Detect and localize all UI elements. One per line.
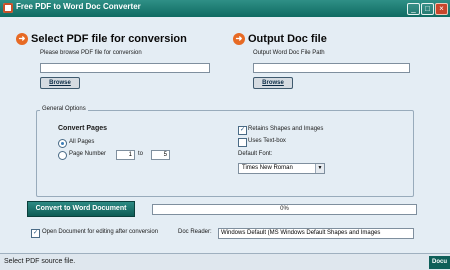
output-browse-button[interactable]: Browse	[253, 77, 293, 89]
pdf-browse-button[interactable]: Browse	[40, 77, 80, 89]
all-pages-label: All Pages	[69, 139, 95, 145]
pdf-section-heading: Select PDF file for conversion	[31, 33, 187, 45]
convert-pages-label: Convert Pages	[58, 125, 108, 132]
maximize-button[interactable]: □	[421, 3, 434, 15]
default-font-select[interactable]: Times New Roman ▼	[238, 163, 325, 174]
page-from-input[interactable]: 1	[116, 150, 135, 160]
retains-shapes-label: Retains Shapes and Images	[248, 126, 324, 132]
doc-reader-select[interactable]: Windows Default (MS Windows Default Shap…	[218, 228, 414, 239]
pdf-path-input[interactable]	[40, 63, 210, 73]
pdf-hint-label: Please browse PDF file for conversion	[40, 50, 142, 56]
default-font-value: Times New Roman	[242, 165, 293, 171]
arrow-right-icon: ➜	[16, 33, 28, 45]
general-options-label: General Options	[40, 106, 88, 112]
all-pages-radio[interactable]	[58, 139, 67, 148]
open-after-conversion-label: Open Document for editing after conversi…	[42, 229, 159, 235]
uses-textbox-label: Uses Text-box	[248, 138, 286, 144]
doc-reader-label: Doc Reader:	[178, 229, 212, 235]
retains-shapes-checkbox[interactable]: ✓	[238, 126, 247, 135]
document-tab[interactable]: Docu	[429, 256, 450, 269]
page-number-label: Page Number	[69, 151, 107, 157]
minimize-button[interactable]: _	[407, 3, 420, 15]
status-text: Select PDF source file.	[4, 258, 76, 265]
arrow-right-icon: ➜	[233, 33, 245, 45]
convert-button[interactable]: Convert to Word Document	[27, 201, 135, 217]
close-button[interactable]: ×	[435, 3, 448, 15]
to-label: to	[138, 151, 144, 157]
uses-textbox-checkbox[interactable]	[238, 138, 247, 147]
status-bar: Select PDF source file. Docu	[0, 253, 450, 270]
main-panel: ➜ Select PDF file for conversion Please …	[0, 17, 450, 253]
output-hint-label: Output Word Doc File Path	[253, 50, 325, 56]
output-section-heading: Output Doc file	[248, 33, 327, 45]
progress-bar: 0%	[152, 204, 417, 215]
app-icon	[3, 3, 13, 13]
title-bar: Free PDF to Word Doc Converter _ □ ×	[0, 0, 450, 17]
output-path-input[interactable]	[253, 63, 410, 73]
app-window: Free PDF to Word Doc Converter _ □ × ➜ S…	[0, 0, 450, 270]
page-to-input[interactable]: 5	[151, 150, 170, 160]
default-font-label: Default Font:	[238, 151, 273, 157]
window-title: Free PDF to Word Doc Converter	[16, 2, 141, 11]
chevron-down-icon[interactable]: ▼	[315, 164, 324, 173]
radio-selected-dot	[61, 142, 64, 145]
open-after-conversion-checkbox[interactable]: ✓	[31, 229, 40, 238]
page-number-radio[interactable]	[58, 151, 67, 160]
